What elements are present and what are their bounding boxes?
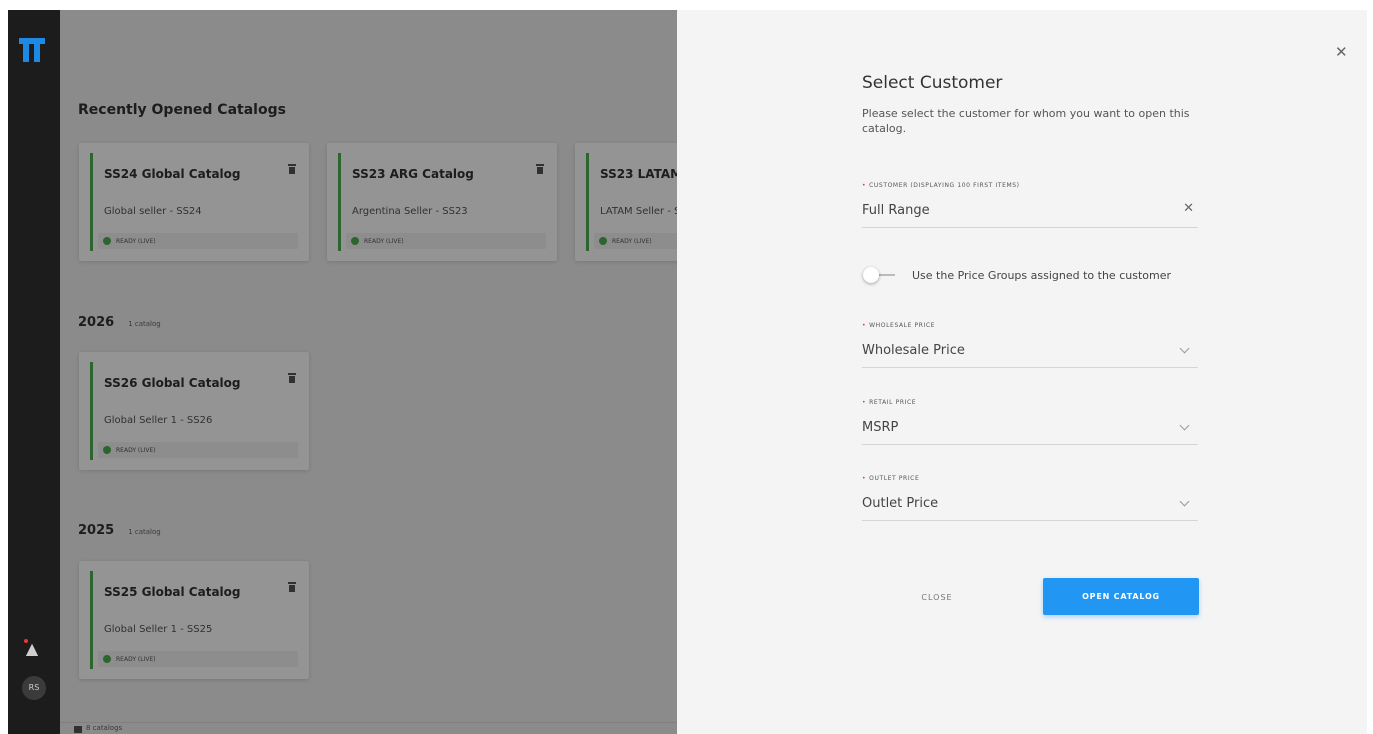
customer-select[interactable]: Full Range ✕ xyxy=(862,200,1198,228)
modal-title: Select Customer xyxy=(862,73,1003,93)
chevron-down-icon xyxy=(1179,496,1190,507)
outlet-price-label: • OUTLET PRICE xyxy=(862,475,920,482)
price-groups-toggle[interactable] xyxy=(863,267,899,283)
chevron-down-icon xyxy=(1179,343,1190,354)
modal-backdrop[interactable] xyxy=(60,10,685,734)
open-catalog-button[interactable]: OPEN CATALOG xyxy=(1043,578,1199,615)
wholesale-price-select[interactable]: Wholesale Price xyxy=(862,340,1198,368)
close-icon[interactable]: ✕ xyxy=(1335,43,1348,61)
clear-icon[interactable]: ✕ xyxy=(1183,201,1194,216)
rocket-icon[interactable]: ▲ xyxy=(22,638,42,660)
retail-price-label: • RETAIL PRICE xyxy=(862,399,917,406)
retail-price-value: MSRP xyxy=(862,420,899,435)
close-button[interactable]: CLOSE xyxy=(902,588,972,608)
outlet-price-value: Outlet Price xyxy=(862,496,939,511)
app-logo[interactable] xyxy=(19,38,45,62)
notification-dot xyxy=(24,639,28,643)
wholesale-price-label: • WHOLESALE PRICE xyxy=(862,322,936,329)
toggle-knob xyxy=(863,267,879,283)
modal-description: Please select the customer for whom you … xyxy=(862,107,1190,135)
select-customer-panel: ✕ Select Customer Please select the cust… xyxy=(677,10,1367,734)
chevron-down-icon xyxy=(1179,420,1190,431)
outlet-price-select[interactable]: Outlet Price xyxy=(862,493,1198,521)
avatar[interactable]: RS xyxy=(22,676,46,700)
wholesale-price-value: Wholesale Price xyxy=(862,343,965,358)
customer-value: Full Range xyxy=(862,203,930,218)
sidebar: ▲ RS xyxy=(8,10,60,734)
price-groups-toggle-label: Use the Price Groups assigned to the cus… xyxy=(912,269,1171,282)
customer-field-label: • CUSTOMER (DISPLAYING 100 FIRST ITEMS) xyxy=(862,182,1020,189)
app-window: ▲ RS Recently Opened Catalogs SS24 Globa… xyxy=(8,10,1367,734)
retail-price-select[interactable]: MSRP xyxy=(862,417,1198,445)
